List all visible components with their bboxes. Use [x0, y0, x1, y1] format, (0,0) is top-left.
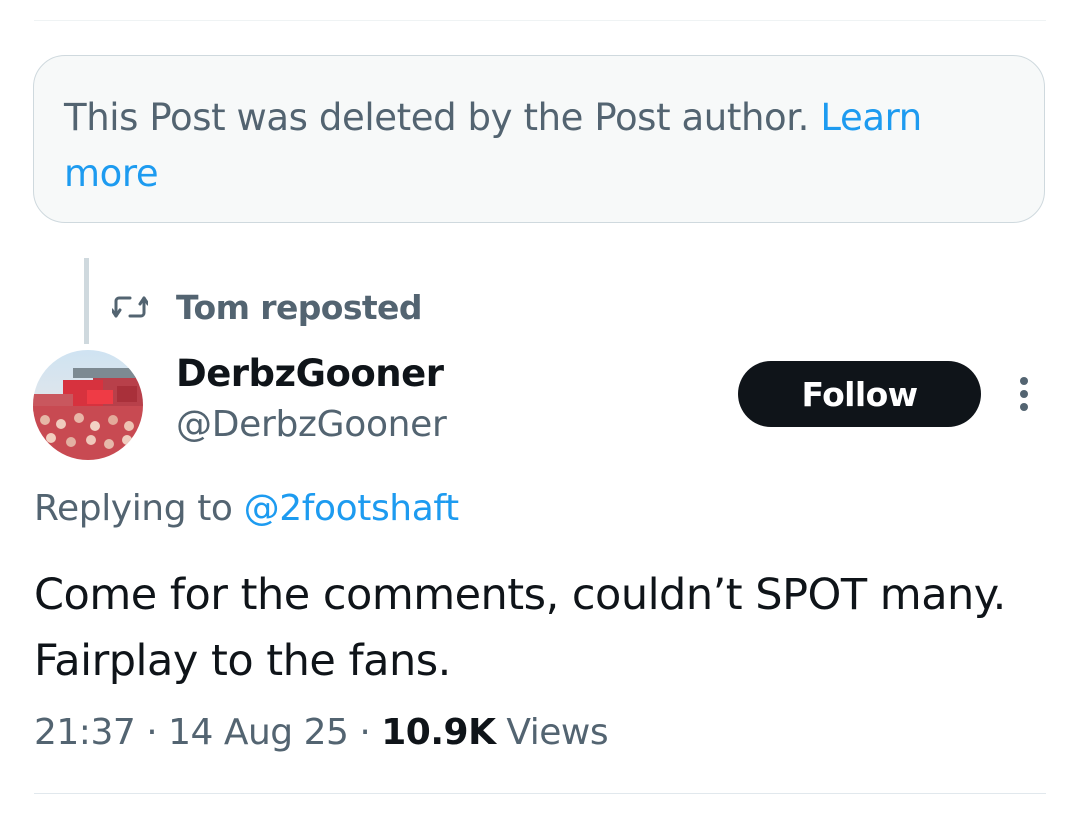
more-dot: [1020, 403, 1028, 411]
author-avatar[interactable]: [33, 350, 143, 460]
meta-separator: ·: [135, 712, 169, 753]
reply-context: Replying to @2footshaft: [34, 488, 459, 529]
meta-separator: ·: [348, 712, 382, 753]
views-count: 10.9K: [381, 712, 496, 753]
stadium-avatar-image: [33, 350, 143, 460]
post-detail-view: This Post was deleted by the Post author…: [0, 0, 1080, 831]
more-dot: [1020, 390, 1028, 398]
reply-context-prefix: Replying to: [34, 488, 244, 529]
post-time[interactable]: 21:37: [34, 712, 136, 753]
deleted-post-notice: This Post was deleted by the Post author…: [33, 55, 1045, 223]
repost-label[interactable]: Tom reposted: [176, 288, 422, 327]
repost-icon: [110, 292, 150, 322]
top-divider: [34, 20, 1046, 21]
post-body-text: Come for the comments, couldn’t SPOT man…: [34, 570, 1006, 686]
thread-connector-line: [84, 258, 89, 344]
post-date[interactable]: 14 Aug 25: [168, 712, 349, 753]
views-label: Views: [506, 712, 609, 753]
author-handle[interactable]: @DerbzGooner: [176, 404, 447, 445]
deleted-notice-message: This Post was deleted by the Post author…: [64, 96, 821, 139]
deleted-notice-text: This Post was deleted by the Post author…: [64, 90, 1004, 202]
more-dot: [1020, 377, 1028, 385]
more-vertical-icon[interactable]: [1006, 370, 1042, 418]
repost-indicator: Tom reposted: [110, 282, 422, 332]
follow-button[interactable]: Follow: [738, 361, 981, 427]
reply-to-handle-link[interactable]: @2footshaft: [244, 488, 460, 529]
post-metadata: 21:37 · 14 Aug 25 · 10.9K Views: [34, 712, 609, 753]
bottom-divider: [34, 793, 1046, 794]
author-display-name[interactable]: DerbzGooner: [176, 352, 444, 395]
